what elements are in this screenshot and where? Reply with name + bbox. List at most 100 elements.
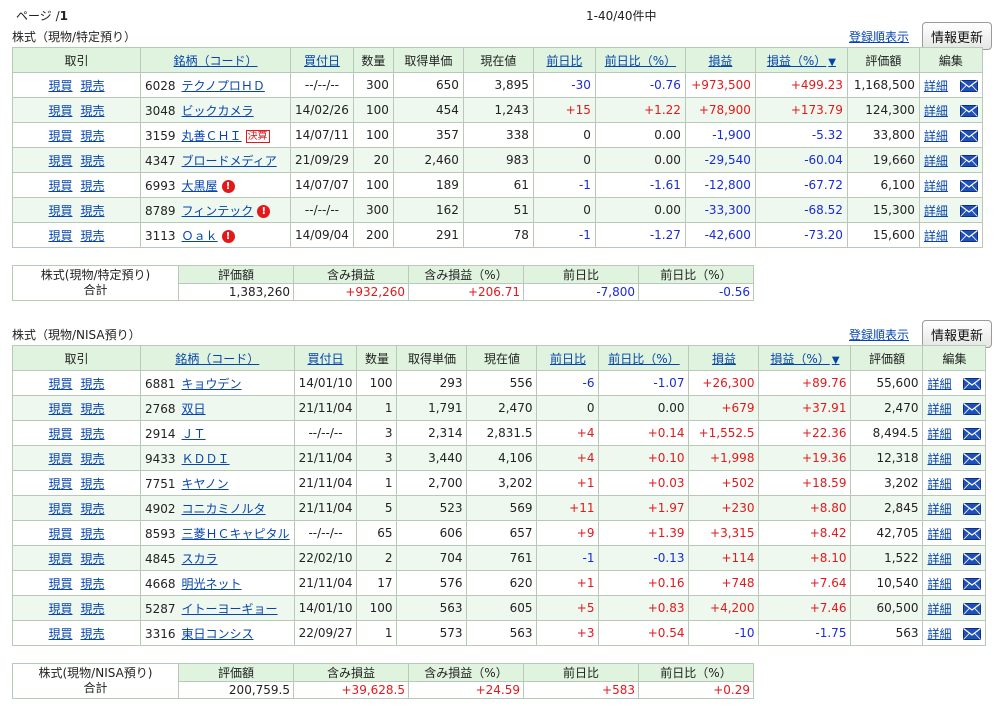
mail-icon[interactable] [963,503,982,515]
header-day-change-pct-label[interactable]: 前日比（%） [608,352,679,366]
buy-link[interactable]: 現買 [48,79,72,93]
header-purchase-date[interactable]: 買付日 [290,47,354,73]
refresh-button[interactable]: 情報更新 [922,22,992,50]
stock-name-link[interactable]: 明光ネット [182,577,242,591]
header-day-change-pct[interactable]: 前日比（%） [594,47,686,73]
detail-link[interactable]: 詳細 [927,377,951,391]
buy-link[interactable]: 現買 [48,104,72,118]
detail-link[interactable]: 詳細 [924,79,948,93]
buy-link[interactable]: 現買 [48,204,72,218]
header-purchase-date[interactable]: 買付日 [293,345,358,371]
buy-link[interactable]: 現買 [48,427,72,441]
sell-link[interactable]: 現売 [81,527,105,541]
sell-link[interactable]: 現売 [81,104,105,118]
sell-link[interactable]: 現売 [81,627,105,641]
registration-order-link[interactable]: 登録順表示 [849,326,909,343]
detail-link[interactable]: 詳細 [927,502,951,516]
sell-link[interactable]: 現売 [81,427,105,441]
stock-name-link[interactable]: キョウデン [182,377,242,391]
detail-link[interactable]: 詳細 [927,627,951,641]
sell-link[interactable]: 現売 [81,577,105,591]
buy-link[interactable]: 現買 [48,627,72,641]
header-name-code[interactable]: 銘柄（コード） [140,345,295,371]
earnings-badge[interactable]: 決算 [245,129,270,143]
mail-icon[interactable] [963,453,982,465]
sell-link[interactable]: 現売 [81,79,105,93]
detail-link[interactable]: 詳細 [924,104,948,118]
mail-icon[interactable] [963,578,982,590]
stock-name-link[interactable]: 東日コンシス [182,627,254,641]
stock-name-link[interactable]: スカラ [182,552,218,566]
header-profit-loss[interactable]: 損益 [688,345,760,371]
mail-icon[interactable] [959,130,978,142]
buy-link[interactable]: 現買 [48,179,72,193]
header-name-code-label[interactable]: 銘柄（コード） [173,54,257,68]
mail-icon[interactable] [959,80,978,92]
warning-icon[interactable]: ! [221,229,235,243]
sell-link[interactable]: 現売 [81,377,105,391]
stock-name-link[interactable]: 双日 [182,402,206,416]
sell-link[interactable]: 現売 [81,204,105,218]
buy-link[interactable]: 現買 [48,477,72,491]
mail-icon[interactable] [959,105,978,117]
sell-link[interactable]: 現売 [81,129,105,143]
refresh-button[interactable]: 情報更新 [922,320,992,348]
mail-icon[interactable] [963,403,982,415]
stock-name-link[interactable]: ビックカメラ [182,104,254,118]
sell-link[interactable]: 現売 [81,154,105,168]
mail-icon[interactable] [963,478,982,490]
stock-name-link[interactable]: イトーヨーギョー [182,602,278,616]
stock-name-link[interactable]: キヤノン [182,477,229,491]
stock-name-link[interactable]: コニカミノルタ [182,502,266,516]
header-day-change[interactable]: 前日比 [536,345,600,371]
header-name-code-label[interactable]: 銘柄（コード） [175,352,259,366]
mail-icon[interactable] [959,155,978,167]
mail-icon[interactable] [963,603,982,615]
sell-link[interactable]: 現売 [81,502,105,516]
header-purchase-date-label[interactable]: 買付日 [308,352,344,366]
header-profit-loss-pct-label[interactable]: 損益（%） [767,54,826,68]
buy-link[interactable]: 現買 [48,154,72,168]
header-day-change-pct-label[interactable]: 前日比（%） [605,54,676,68]
header-day-change-label[interactable]: 前日比 [550,352,586,366]
detail-link[interactable]: 詳細 [927,577,951,591]
mail-icon[interactable] [963,428,982,440]
warning-icon[interactable]: ! [221,179,235,193]
detail-link[interactable]: 詳細 [927,402,951,416]
buy-link[interactable]: 現買 [48,452,72,466]
stock-name-link[interactable]: テクノプロＨＤ [182,79,265,93]
header-profit-loss-label[interactable]: 損益 [708,54,732,68]
detail-link[interactable]: 詳細 [927,477,951,491]
buy-link[interactable]: 現買 [48,577,72,591]
buy-link[interactable]: 現買 [48,527,72,541]
stock-name-link[interactable]: 三菱ＨＣキャピタル [182,527,290,541]
stock-name-link[interactable]: 大黒屋 [182,179,218,193]
detail-link[interactable]: 詳細 [924,229,948,243]
sell-link[interactable]: 現売 [81,477,105,491]
detail-link[interactable]: 詳細 [924,179,948,193]
buy-link[interactable]: 現買 [48,402,72,416]
buy-link[interactable]: 現買 [48,377,72,391]
buy-link[interactable]: 現買 [48,602,72,616]
header-profit-loss[interactable]: 損益 [684,47,756,73]
stock-name-link[interactable]: ＫＤＤＩ [182,452,230,466]
mail-icon[interactable] [963,553,982,565]
buy-link[interactable]: 現買 [48,129,72,143]
mail-icon[interactable] [959,205,978,217]
sell-link[interactable]: 現売 [81,552,105,566]
mail-icon[interactable] [959,230,978,242]
detail-link[interactable]: 詳細 [927,552,951,566]
detail-link[interactable]: 詳細 [927,427,951,441]
registration-order-link[interactable]: 登録順表示 [849,28,909,45]
sell-link[interactable]: 現売 [81,229,105,243]
buy-link[interactable]: 現買 [48,552,72,566]
sell-link[interactable]: 現売 [81,452,105,466]
header-day-change-pct[interactable]: 前日比（%） [598,345,690,371]
buy-link[interactable]: 現買 [48,229,72,243]
mail-icon[interactable] [963,628,982,640]
detail-link[interactable]: 詳細 [924,204,948,218]
header-profit-loss-pct-label[interactable]: 損益（%） [770,352,829,366]
buy-link[interactable]: 現買 [48,502,72,516]
header-day-change-label[interactable]: 前日比 [546,54,582,68]
detail-link[interactable]: 詳細 [927,527,951,541]
